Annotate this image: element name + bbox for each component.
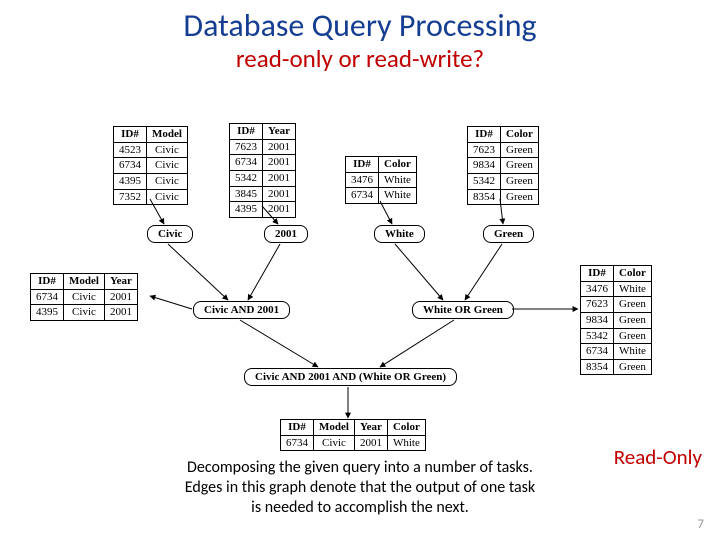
node-white-or-green: White OR Green: [412, 301, 514, 319]
node-civic-and-2001: Civic AND 2001: [193, 301, 290, 319]
node-white: White: [374, 225, 425, 243]
node-all: Civic AND 2001 AND (White OR Green): [244, 368, 457, 386]
page-number: 7: [697, 517, 704, 532]
node-civic: Civic: [147, 225, 193, 243]
node-2001: 2001: [264, 225, 308, 243]
table-color-right: ID#Color 7623Green 9834Green 5342Green 8…: [467, 126, 539, 205]
table-color-left: ID#Color 3476White 6734White: [345, 156, 417, 204]
table-final: ID#ModelYearColor 6734Civic2001White: [280, 419, 426, 451]
page-title: Database Query Processing: [0, 6, 720, 45]
page-subtitle: read-only or read-write?: [0, 43, 720, 74]
caption: Decomposing the given query into a numbe…: [0, 458, 720, 518]
table-model: ID#Model 4523Civic 6734Civic 4395Civic 7…: [113, 126, 188, 205]
node-green: Green: [483, 225, 534, 243]
table-year: ID#Year 76232001 67342001 53422001 38452…: [229, 123, 296, 218]
table-join-right: ID#Color 3476White 7623Green 9834Green 5…: [580, 265, 652, 375]
table-join-left: ID#ModelYear 6734Civic2001 4395Civic2001: [30, 273, 138, 321]
